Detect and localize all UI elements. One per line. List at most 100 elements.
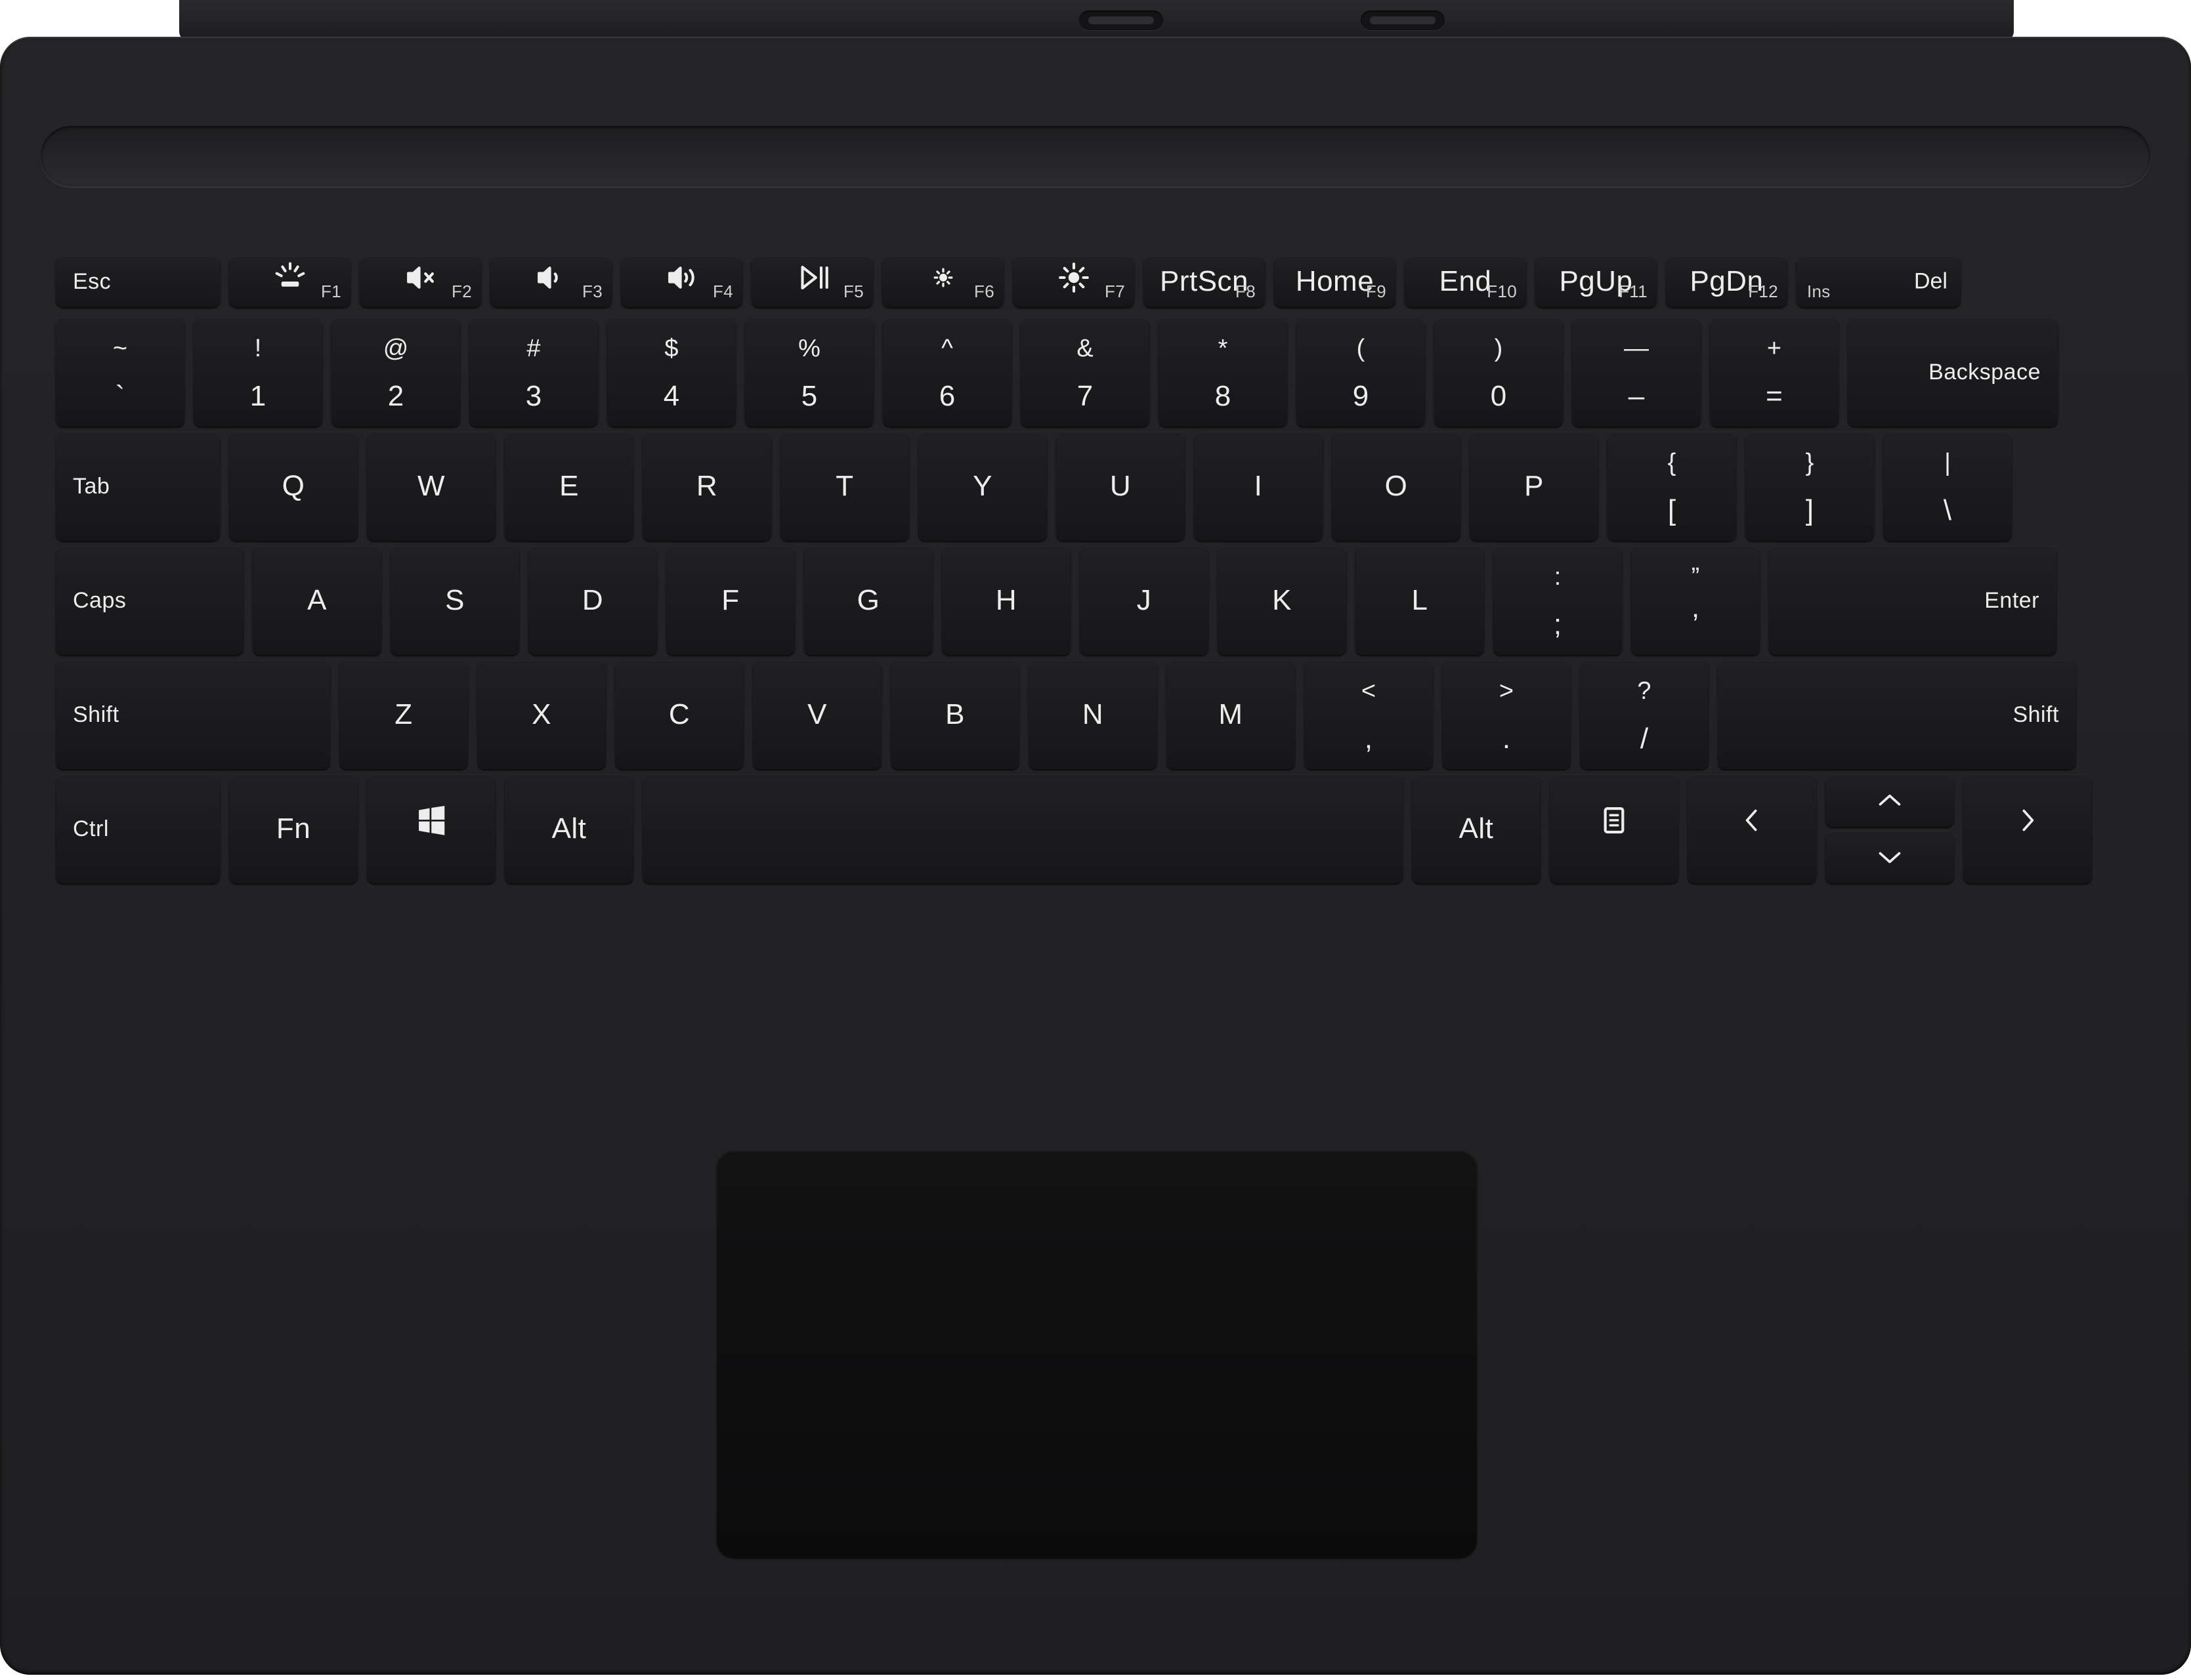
key-legend-shifted: % xyxy=(798,335,820,362)
key-space[interactable] xyxy=(643,774,1403,883)
key-5[interactable]: % 5 xyxy=(745,318,874,427)
key-legend-base: ] xyxy=(1805,494,1814,526)
key-left[interactable] xyxy=(1688,774,1816,883)
key-enter[interactable]: Enter xyxy=(1769,546,2056,655)
function-key-number: F11 xyxy=(1619,282,1648,301)
key-comma[interactable]: <, xyxy=(1304,660,1433,769)
key-f7[interactable]: F7 xyxy=(1013,256,1134,307)
key-f2[interactable]: F2 xyxy=(360,256,481,307)
function-key-number: F12 xyxy=(1748,282,1778,301)
arrow-up-down-cluster xyxy=(1825,774,1954,883)
key-r[interactable]: R xyxy=(643,432,771,541)
key-u[interactable]: U xyxy=(1056,432,1185,541)
key-3[interactable]: #3 xyxy=(469,318,598,427)
key-lshift[interactable]: Shift xyxy=(56,660,330,769)
key-l[interactable]: L xyxy=(1355,546,1484,655)
key-c[interactable]: C xyxy=(615,660,744,769)
function-key-number: F4 xyxy=(713,282,733,301)
key-lalt[interactable]: Alt xyxy=(505,774,633,883)
key-w[interactable]: W xyxy=(367,432,496,541)
key-a[interactable]: A xyxy=(253,546,381,655)
trackpad[interactable] xyxy=(717,1151,1477,1558)
key-1[interactable]: ! 1 xyxy=(194,318,322,427)
key-f3[interactable]: F3 xyxy=(490,256,612,307)
function-key-number: F9 xyxy=(1366,282,1386,301)
key-2[interactable]: @2 xyxy=(331,318,460,427)
key-legend-base: [ xyxy=(1667,494,1676,526)
key-7[interactable]: & 7 xyxy=(1021,318,1149,427)
key-fn[interactable]: Fn xyxy=(229,774,358,883)
key-f[interactable]: F xyxy=(666,546,795,655)
key-d[interactable]: D xyxy=(528,546,657,655)
key-slash[interactable]: ? / xyxy=(1580,660,1709,769)
key-f5[interactable]: F5 xyxy=(752,256,873,307)
key-y[interactable]: Y xyxy=(918,432,1047,541)
key-f9[interactable]: Home F9 xyxy=(1274,256,1395,307)
key-label: K xyxy=(1272,584,1292,616)
key-backspace[interactable]: Backspace xyxy=(1848,318,2058,427)
key-minus[interactable]: — – xyxy=(1572,318,1701,427)
key-8[interactable]: * 8 xyxy=(1159,318,1287,427)
key-o[interactable]: O xyxy=(1332,432,1460,541)
key-menu[interactable] xyxy=(1550,774,1678,883)
key-f1[interactable]: F1 xyxy=(229,256,351,307)
key-insdel[interactable]: Del Ins xyxy=(1797,256,1961,307)
key-equal[interactable]: + = xyxy=(1710,318,1839,427)
key-6[interactable]: ^ 6 xyxy=(883,318,1011,427)
key-f6[interactable]: F6 xyxy=(882,256,1004,307)
key-4[interactable]: $4 xyxy=(607,318,736,427)
key-g[interactable]: G xyxy=(804,546,933,655)
key-label: Esc xyxy=(73,269,112,294)
key-win[interactable] xyxy=(367,774,496,883)
key-legend-shifted: ( xyxy=(1356,335,1365,362)
key-legend-base: 9 xyxy=(1352,380,1369,412)
magnetic-connector-pad-right xyxy=(1361,10,1445,30)
key-backslash[interactable]: | \ xyxy=(1883,432,2012,541)
key-arrow-up[interactable] xyxy=(1825,774,1954,827)
key-f12[interactable]: PgDn F12 xyxy=(1666,256,1787,307)
key-f10[interactable]: End F10 xyxy=(1405,256,1526,307)
key-n[interactable]: N xyxy=(1029,660,1157,769)
key-tab[interactable]: Tab xyxy=(56,432,220,541)
key-backtick[interactable]: ~ ` xyxy=(56,318,184,427)
key-legend-base: – xyxy=(1628,380,1645,412)
key-h[interactable]: H xyxy=(942,546,1071,655)
key-arrow-down[interactable] xyxy=(1825,831,1954,883)
key-quote[interactable]: ”’ xyxy=(1631,546,1760,655)
key-legend-shifted: ^ xyxy=(941,335,953,362)
key-lbracket[interactable]: {[ xyxy=(1607,432,1736,541)
key-t[interactable]: T xyxy=(780,432,909,541)
key-k[interactable]: K xyxy=(1218,546,1346,655)
key-right[interactable] xyxy=(1963,774,2092,883)
key-label: D xyxy=(582,584,604,616)
key-legend-base: \ xyxy=(1943,494,1952,526)
key-legend-base: 3 xyxy=(525,380,542,412)
key-v[interactable]: V xyxy=(753,660,882,769)
key-z[interactable]: Z xyxy=(339,660,468,769)
key-esc[interactable]: Esc xyxy=(56,256,220,307)
key-rbracket[interactable]: }] xyxy=(1745,432,1874,541)
key-p[interactable]: P xyxy=(1470,432,1598,541)
key-x[interactable]: X xyxy=(477,660,606,769)
key-legend-shifted: + xyxy=(1766,335,1782,362)
key-ralt[interactable]: Alt xyxy=(1412,774,1541,883)
key-f8[interactable]: PrtScn F8 xyxy=(1143,256,1265,307)
key-f11[interactable]: PgUp F11 xyxy=(1535,256,1657,307)
key-period[interactable]: >. xyxy=(1442,660,1571,769)
key-f4[interactable]: F4 xyxy=(621,256,742,307)
key-s[interactable]: S xyxy=(391,546,519,655)
key-ctrl[interactable]: Ctrl xyxy=(56,774,220,883)
key-0[interactable]: ) 0 xyxy=(1434,318,1563,427)
key-j[interactable]: J xyxy=(1080,546,1208,655)
key-e[interactable]: E xyxy=(505,432,633,541)
key-b[interactable]: B xyxy=(891,660,1019,769)
key-9[interactable]: (9 xyxy=(1296,318,1425,427)
key-q[interactable]: Q xyxy=(229,432,358,541)
key-label: A xyxy=(307,584,327,616)
key-semicolon[interactable]: :; xyxy=(1493,546,1622,655)
function-key-number: F5 xyxy=(843,282,864,301)
key-i[interactable]: I xyxy=(1194,432,1323,541)
key-rshift[interactable]: Shift xyxy=(1718,660,2076,769)
key-caps[interactable]: Caps xyxy=(56,546,244,655)
key-m[interactable]: M xyxy=(1166,660,1295,769)
